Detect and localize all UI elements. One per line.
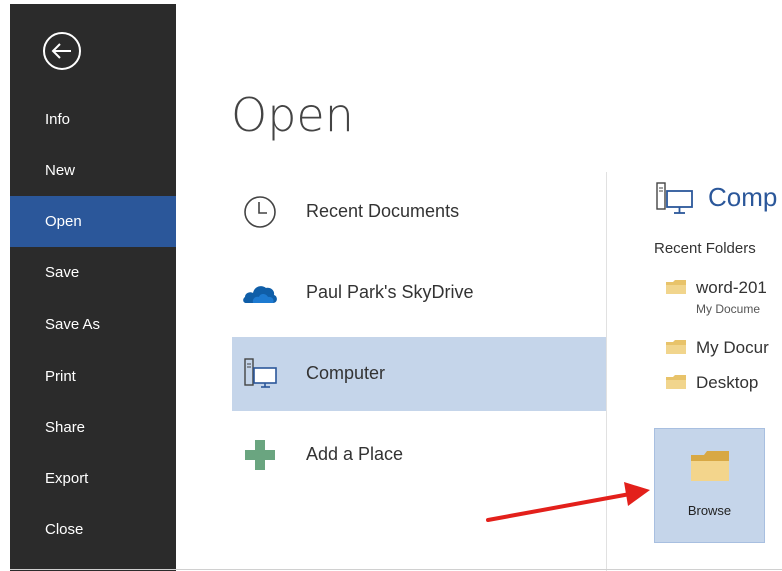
browse-label: Browse (687, 503, 732, 518)
place-label: Paul Park's SkyDrive (306, 282, 474, 302)
nav-new[interactable]: New (10, 145, 176, 196)
back-button[interactable] (41, 30, 83, 72)
folder-name: My Docur (696, 338, 769, 357)
panel-divider (606, 172, 607, 571)
nav-close[interactable]: Close (10, 504, 176, 555)
place-label: Recent Documents (306, 201, 460, 221)
folder-icon (691, 451, 729, 481)
folder-name: word-201 (696, 278, 767, 297)
back-arrow-icon (43, 32, 81, 70)
clock-icon (244, 196, 276, 228)
panel-title: Comp (708, 182, 778, 212)
recent-folders-heading: Recent Folders (654, 240, 756, 257)
folder-path: My Docume (696, 302, 761, 316)
page-title: Open (231, 88, 354, 142)
nav-save[interactable]: Save (10, 247, 176, 298)
place-recent-documents[interactable]: Recent Documents (232, 175, 606, 249)
bottom-edge-line (10, 569, 782, 570)
folder-icon (666, 375, 686, 389)
computer-icon (244, 358, 277, 388)
place-add-a-place[interactable]: Add a Place (232, 418, 606, 492)
plus-icon (245, 440, 275, 470)
backstage-sidebar: Info New Open Save Save As Print Share E… (10, 4, 176, 571)
nav-share[interactable]: Share (10, 402, 176, 453)
computer-icon (656, 182, 693, 214)
nav-open[interactable]: Open (10, 196, 176, 247)
folder-icon (666, 340, 686, 354)
nav-info[interactable]: Info (10, 94, 176, 145)
nav-print[interactable]: Print (10, 351, 176, 402)
browse-button[interactable]: Browse (654, 428, 765, 543)
folder-icon (666, 280, 686, 294)
place-skydrive[interactable]: Paul Park's SkyDrive (232, 256, 606, 330)
nav-save-as[interactable]: Save As (10, 299, 176, 350)
cloud-icon (243, 286, 277, 303)
nav-export[interactable]: Export (10, 453, 176, 504)
place-label: Computer (306, 363, 386, 383)
folder-name: Desktop (696, 373, 759, 392)
place-computer[interactable]: Computer (232, 337, 606, 411)
place-label: Add a Place (306, 444, 404, 464)
